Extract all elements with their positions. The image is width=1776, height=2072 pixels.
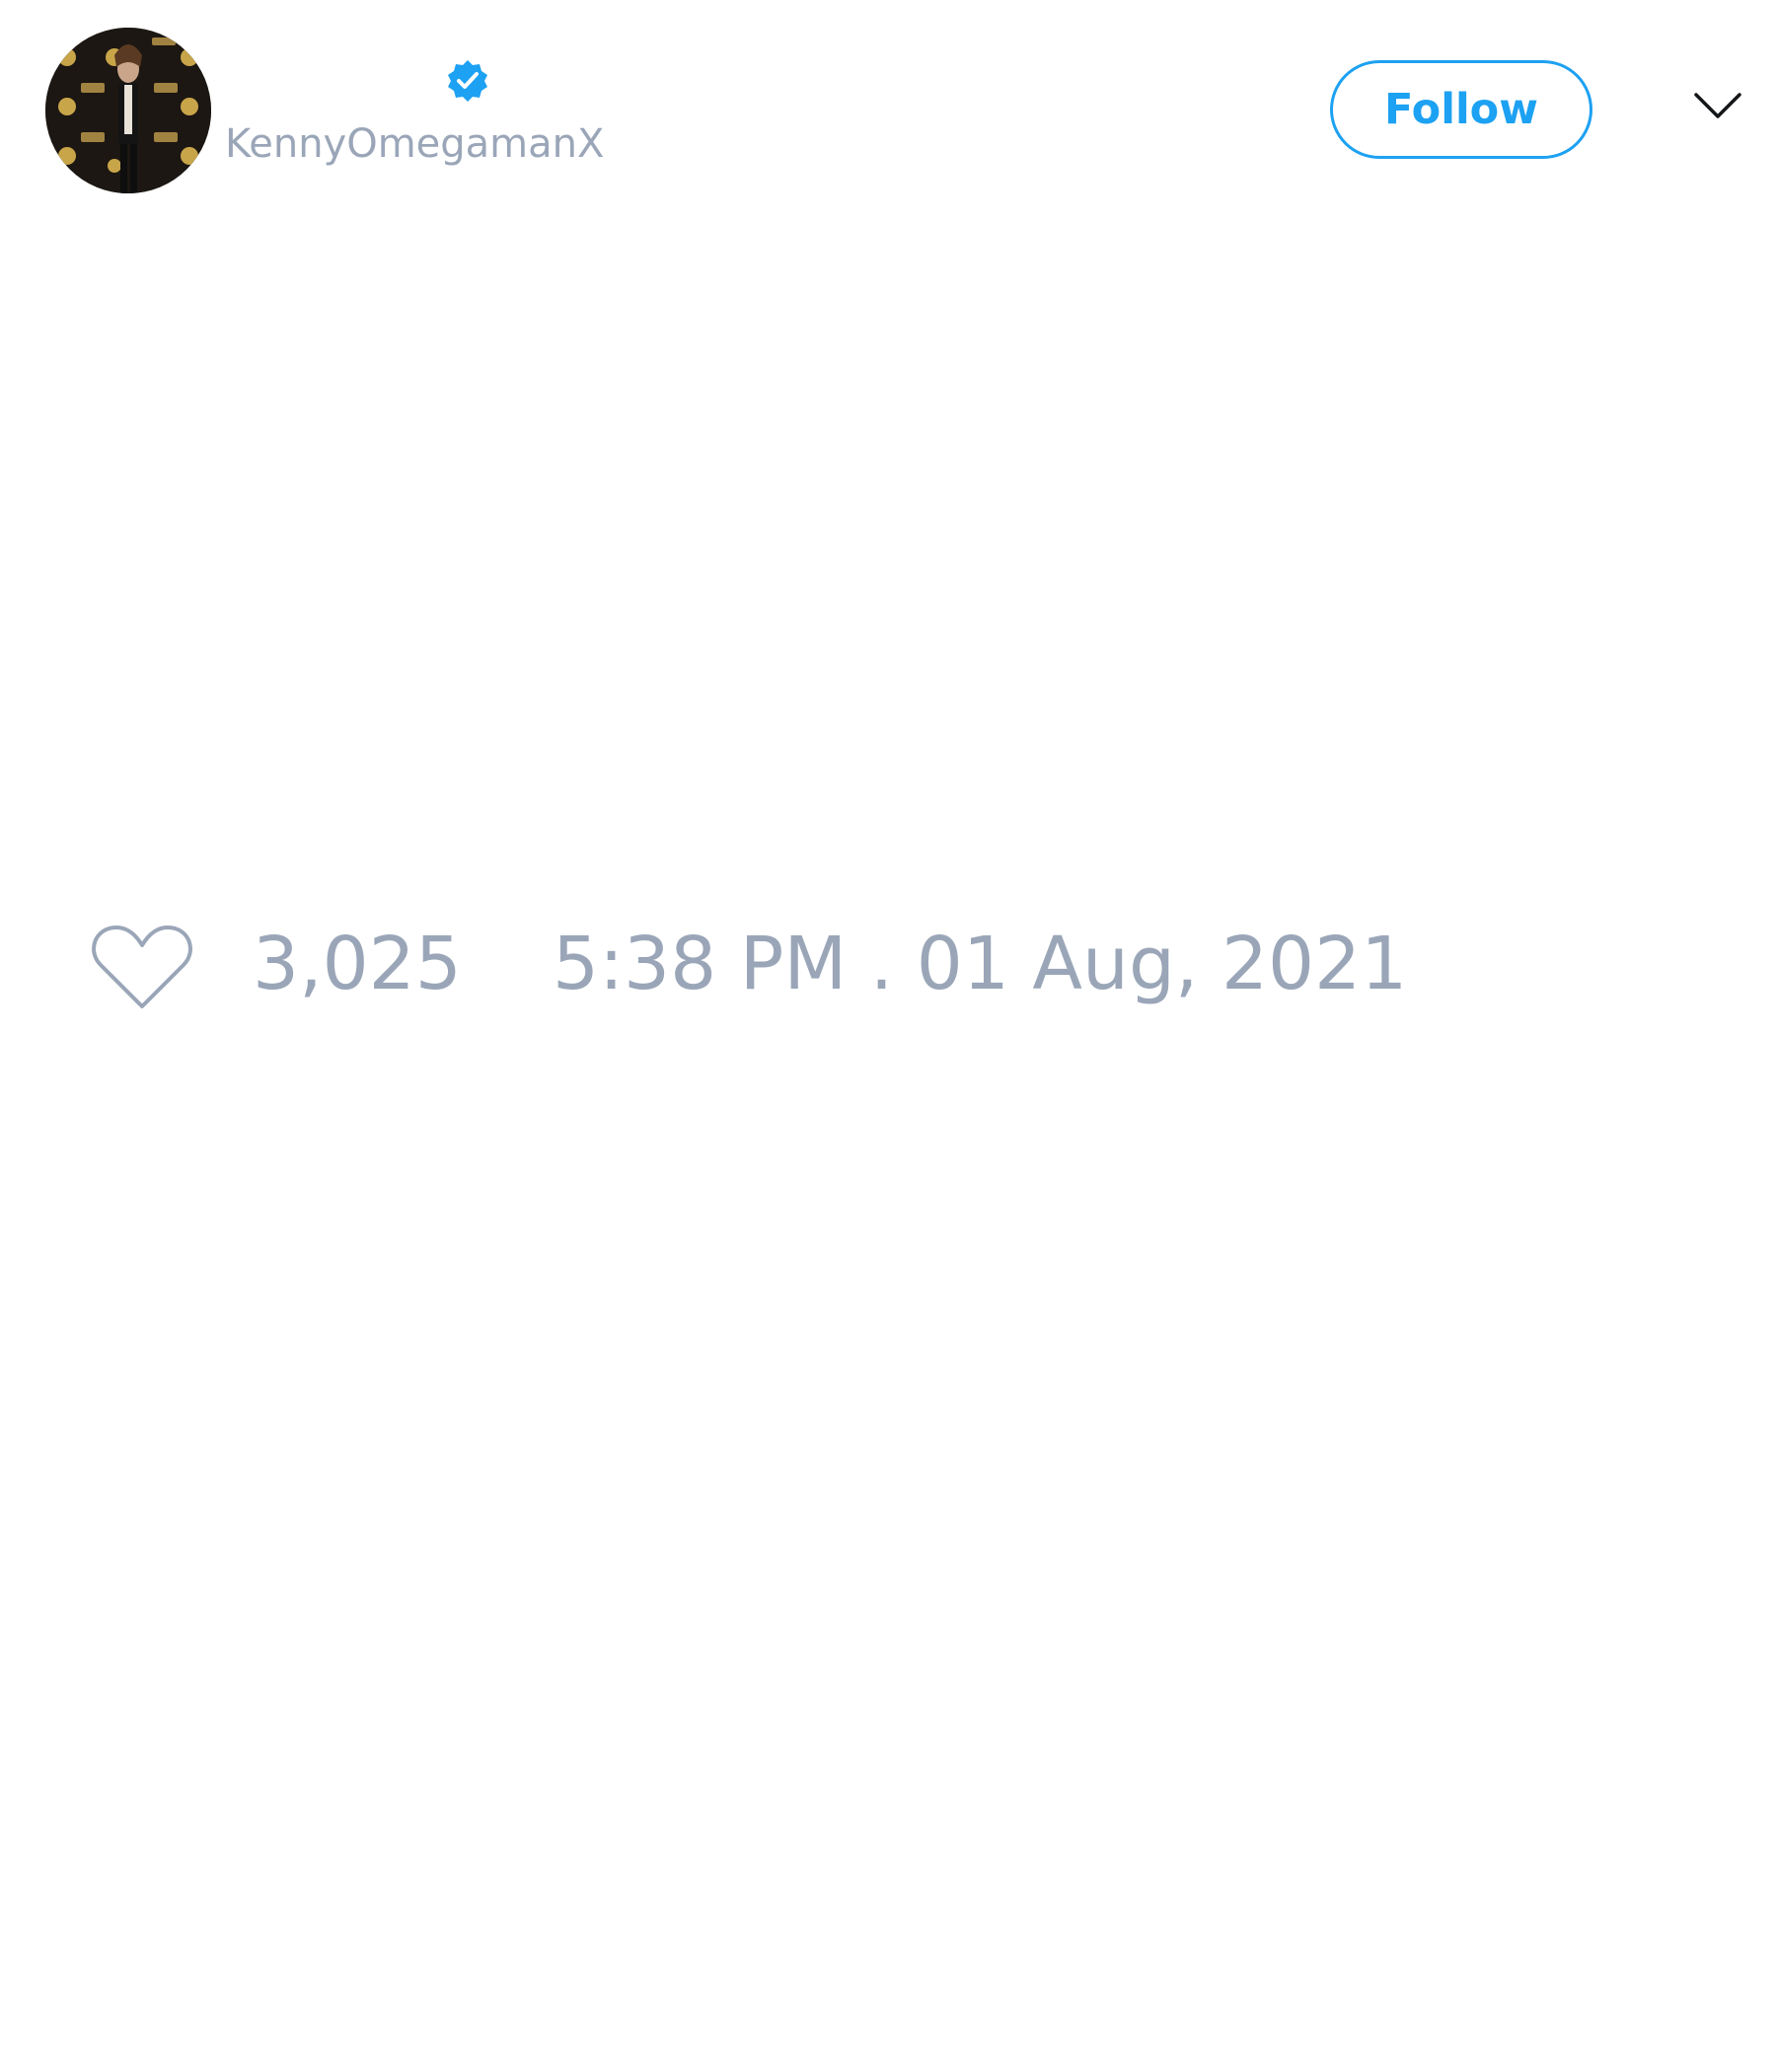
tweet-card: KennyOmegamanX Follow 3,025 5:38 PM . 01… xyxy=(0,0,1776,2072)
like-count: 3,025 xyxy=(253,922,462,1006)
tweet-footer: 3,025 5:38 PM . 01 Aug, 2021 xyxy=(0,908,1776,1026)
chevron-down-icon[interactable] xyxy=(1693,91,1742,122)
author-handle[interactable]: KennyOmegamanX xyxy=(225,124,604,164)
avatar[interactable] xyxy=(45,28,211,193)
profile-photo-icon xyxy=(45,28,211,193)
tweet-timestamp[interactable]: 5:38 PM . 01 Aug, 2021 xyxy=(553,927,1407,1000)
follow-button[interactable]: Follow xyxy=(1330,60,1592,159)
verified-badge-icon xyxy=(448,60,487,102)
heart-icon[interactable] xyxy=(89,920,195,1014)
